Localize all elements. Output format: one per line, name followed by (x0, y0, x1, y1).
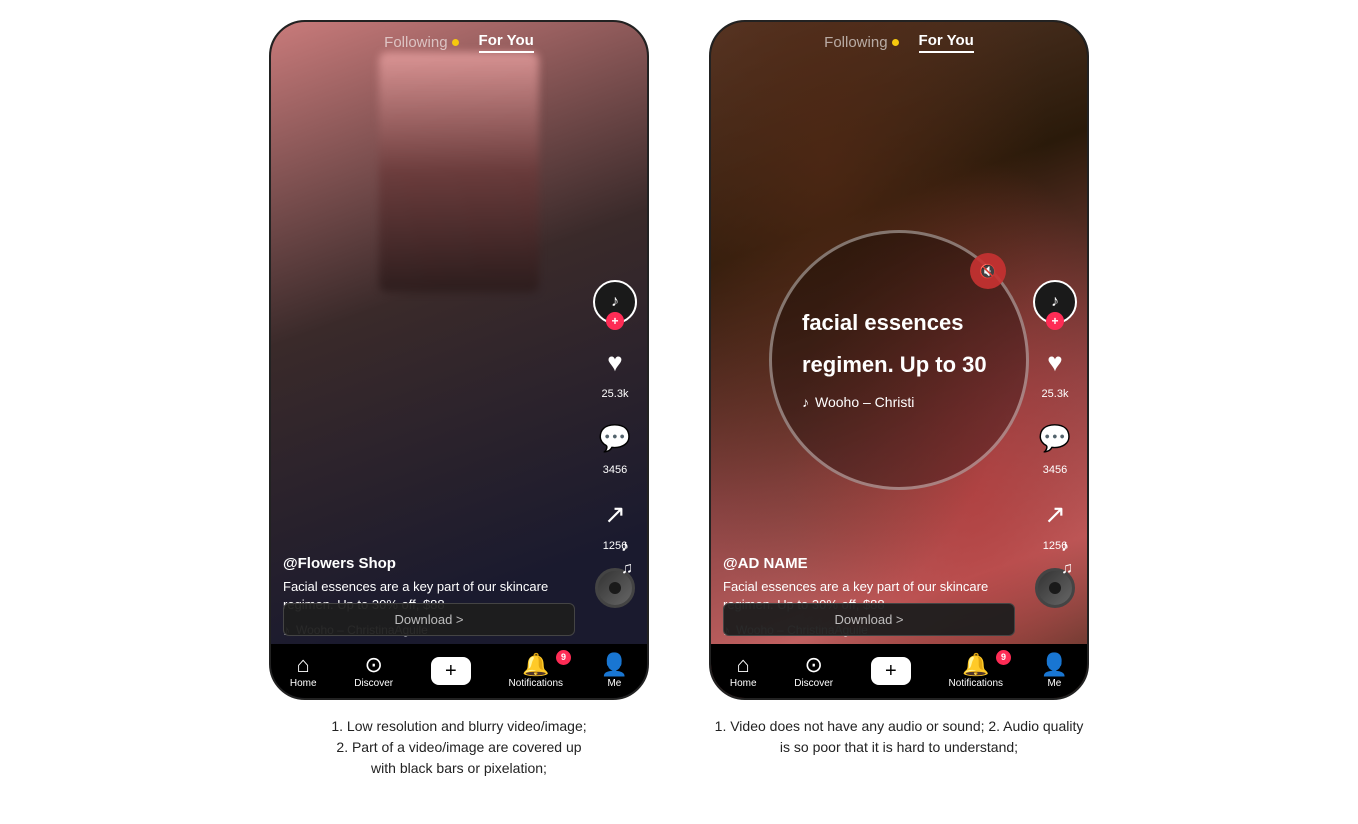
left-comment-count: 3456 (603, 464, 627, 476)
left-like-item[interactable]: ♥ 25.3k (593, 340, 637, 400)
left-follow-plus-badge: + (606, 312, 624, 330)
left-following-tab[interactable]: Following (384, 34, 458, 51)
right-video-overlay: 🔇 facial essences regimen. Up to 30 ♪ Wo… (711, 22, 1087, 698)
right-note1-icon: ♪ (1061, 538, 1073, 556)
right-like-count: 25.3k (1042, 388, 1069, 400)
left-music-notes: ♪ ♫ (621, 538, 633, 578)
left-like-count: 25.3k (602, 388, 629, 400)
right-notif-badge: 9 (996, 650, 1011, 665)
left-notif-icon: 🔔 (522, 654, 549, 676)
right-discover-label: Discover (794, 678, 833, 689)
right-notif-icon: 🔔 (962, 654, 989, 676)
left-nav-me[interactable]: 👤 Me (601, 654, 628, 689)
right-for-you-label: For You (919, 32, 974, 49)
left-home-icon: ⌂ (297, 654, 310, 676)
left-comment-icon: 💬 (593, 416, 637, 460)
left-download-button[interactable]: Download > (283, 603, 575, 636)
left-avatar: ♪ + (593, 280, 637, 324)
left-for-you-tab[interactable]: For You (479, 32, 534, 53)
right-mute-text-line1: facial essences (802, 310, 963, 336)
right-notif-label: Notifications (949, 678, 1003, 689)
left-for-you-label: For You (479, 32, 534, 49)
left-comment-item[interactable]: 💬 3456 (593, 416, 637, 476)
right-phone: Following For You 🔇 facial essences regi… (709, 20, 1089, 700)
right-download-area: Download > (711, 595, 1027, 644)
right-avatar-item[interactable]: ♪ + (1033, 280, 1077, 324)
right-for-you-tab[interactable]: For You (919, 32, 974, 53)
right-mute-note-icon: ♪ (802, 394, 809, 410)
left-add-icon: + (431, 657, 471, 685)
right-mute-button[interactable]: 🔇 (970, 253, 1006, 289)
right-follow-plus-badge: + (1046, 312, 1064, 330)
right-me-label: Me (1047, 678, 1061, 689)
left-nav-notifications[interactable]: 🔔 9 Notifications (509, 654, 563, 689)
left-notif-label: Notifications (509, 678, 563, 689)
right-tiktok-logo-icon: ♪ (1051, 293, 1059, 311)
right-caption-text: 1. Video does not have any audio or soun… (715, 718, 1084, 755)
right-comment-count: 3456 (1043, 464, 1067, 476)
left-phone: Following For You ♪ + (269, 20, 649, 700)
right-following-tab[interactable]: Following (824, 34, 898, 51)
right-nav-me[interactable]: 👤 Me (1041, 654, 1068, 689)
left-caption: 1. Low resolution and blurry video/image… (331, 716, 586, 779)
right-video-area[interactable]: 🔇 facial essences regimen. Up to 30 ♪ Wo… (711, 22, 1087, 698)
right-comment-item[interactable]: 💬 3456 (1033, 416, 1077, 476)
left-home-label: Home (290, 678, 317, 689)
right-phone-header: Following For You (711, 22, 1087, 59)
left-download-area: Download > (271, 595, 587, 644)
right-nav-notifications[interactable]: 🔔 9 Notifications (949, 654, 1003, 689)
right-nav-home[interactable]: ⌂ Home (730, 654, 757, 689)
right-nav-add[interactable]: + (871, 657, 911, 685)
right-caption: 1. Video does not have any audio or soun… (709, 716, 1089, 758)
right-mute-song-name: Wooho – Christi (815, 394, 914, 410)
left-nav-home[interactable]: ⌂ Home (290, 654, 317, 689)
right-home-icon: ⌂ (737, 654, 750, 676)
right-following-dot (892, 39, 899, 46)
right-home-label: Home (730, 678, 757, 689)
left-nav-discover[interactable]: ⊙ Discover (354, 654, 393, 689)
left-tiktok-logo-icon: ♪ (611, 293, 619, 311)
left-share-icon: ↗ (593, 492, 637, 536)
right-like-icon: ♥ (1033, 340, 1077, 384)
right-share-icon: ↗ (1033, 492, 1077, 536)
left-discover-label: Discover (354, 678, 393, 689)
left-note2-icon: ♫ (621, 560, 633, 578)
left-caption-text: 1. Low resolution and blurry video/image… (331, 718, 586, 776)
left-me-label: Me (607, 678, 621, 689)
left-nav-add[interactable]: + (431, 657, 471, 685)
right-bottom-nav: ⌂ Home ⊙ Discover + 🔔 9 Notifications 👤 … (711, 644, 1087, 698)
left-following-dot (452, 39, 459, 46)
left-following-label: Following (384, 34, 447, 51)
left-username[interactable]: @Flowers Shop (283, 555, 587, 572)
right-discover-icon: ⊙ (804, 654, 822, 676)
left-disc-inner (609, 582, 621, 594)
left-discover-icon: ⊙ (364, 654, 382, 676)
right-mute-text-line2: regimen. Up to 30 (802, 352, 987, 378)
right-comment-icon: 💬 (1033, 416, 1077, 460)
right-like-item[interactable]: ♥ 25.3k (1033, 340, 1077, 400)
left-note1-icon: ♪ (621, 538, 633, 556)
right-me-icon: 👤 (1041, 654, 1068, 676)
right-nav-discover[interactable]: ⊙ Discover (794, 654, 833, 689)
right-disc-inner (1049, 582, 1061, 594)
right-avatar: ♪ + (1033, 280, 1077, 324)
left-video-overlay: ♪ + ♥ 25.3k 💬 3456 ↗ 1256 (271, 22, 647, 698)
left-like-icon: ♥ (593, 340, 637, 384)
right-username[interactable]: @AD NAME (723, 555, 1027, 572)
right-download-button[interactable]: Download > (723, 603, 1015, 636)
right-mute-overlay: 🔇 facial essences regimen. Up to 30 ♪ Wo… (769, 230, 1029, 490)
left-phone-wrapper: Following For You ♪ + (269, 20, 649, 779)
left-me-icon: 👤 (601, 654, 628, 676)
left-notif-badge: 9 (556, 650, 571, 665)
right-mute-song: ♪ Wooho – Christi (802, 394, 914, 410)
right-phone-wrapper: Following For You 🔇 facial essences regi… (709, 20, 1089, 758)
right-note2-icon: ♫ (1061, 560, 1073, 578)
left-video-area[interactable]: ♪ + ♥ 25.3k 💬 3456 ↗ 1256 (271, 22, 647, 698)
left-avatar-item[interactable]: ♪ + (593, 280, 637, 324)
left-phone-header: Following For You (271, 22, 647, 59)
right-following-label: Following (824, 34, 887, 51)
right-music-notes: ♪ ♫ (1061, 538, 1073, 578)
right-add-icon: + (871, 657, 911, 685)
left-bottom-nav: ⌂ Home ⊙ Discover + 🔔 9 Notifications 👤 … (271, 644, 647, 698)
